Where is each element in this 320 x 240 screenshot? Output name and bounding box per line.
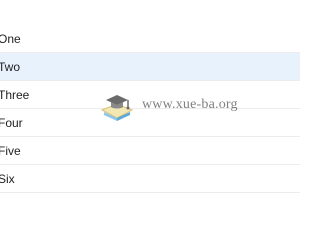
list-item-label: One [0,31,21,46]
list-item-five[interactable]: Five [0,137,300,165]
list-item-label: Six [0,171,15,186]
list-item-label: Five [0,143,21,158]
list-screen: One Two Three Four Five Six www.xue-ba.o… [0,0,300,200]
list-item-four[interactable]: Four [0,109,300,137]
item-list: One Two Three Four Five Six [0,25,300,193]
list-item-label: Three [0,87,30,102]
list-item-label: Two [0,59,21,74]
list-item-label: Four [0,115,23,130]
list-item-two[interactable]: Two [0,53,300,81]
list-item-three[interactable]: Three [0,81,300,109]
list-item-one[interactable]: One [0,25,300,53]
list-item-six[interactable]: Six [0,165,300,193]
